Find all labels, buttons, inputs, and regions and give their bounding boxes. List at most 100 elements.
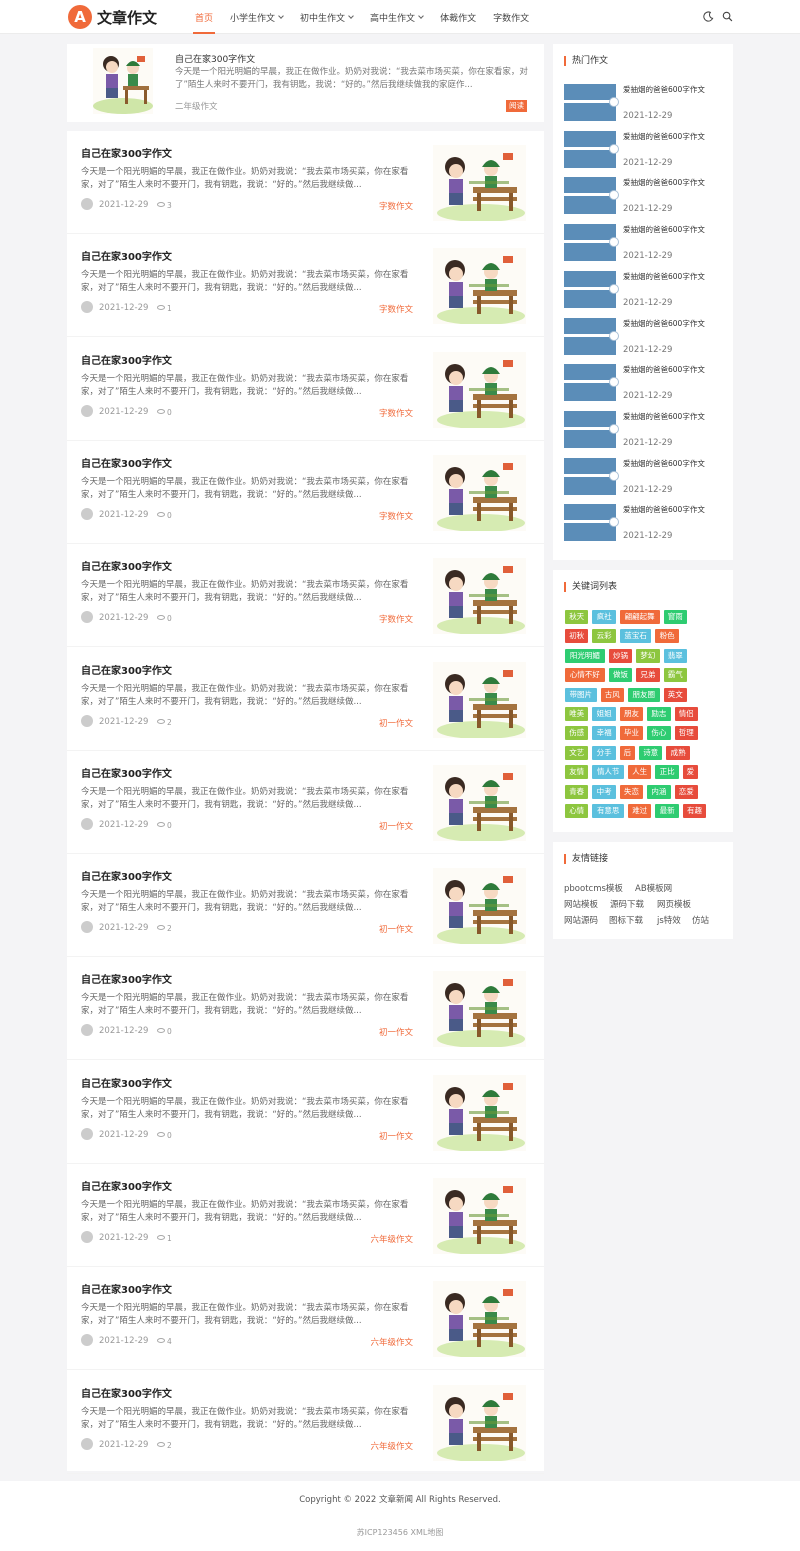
article-item[interactable]: 自己在家300字作文 今天是一个阳光明媚的早晨，我正在做作业。奶奶对我说：“我去菜…	[67, 338, 544, 441]
keyword-tag[interactable]: 心情不好	[565, 668, 605, 683]
article-title[interactable]: 自己在家300字作文	[81, 1385, 172, 1400]
keyword-tag[interactable]: 朋友圈	[628, 687, 660, 702]
article-category[interactable]: 六年级作文	[370, 1336, 413, 1348]
keyword-tag[interactable]: 人生	[628, 765, 652, 780]
friend-link[interactable]: js特效	[657, 914, 681, 926]
article-category[interactable]: 六年级作文	[370, 1233, 413, 1245]
article-title[interactable]: 自己在家300字作文	[81, 1281, 172, 1296]
keyword-tag[interactable]: 做饭	[608, 668, 633, 683]
hot-article[interactable]: 爱抽烟的爸爸600字作文 2021-12-29	[564, 504, 724, 542]
keyword-tag[interactable]: 毕业	[619, 726, 644, 741]
keyword-tag[interactable]: 带图片	[565, 687, 597, 702]
keyword-tag[interactable]: 哲理	[674, 726, 698, 741]
hot-article[interactable]: 爱抽烟的爸爸600字作文 2021-12-29	[564, 84, 724, 122]
keyword-tag[interactable]: 伤感	[565, 726, 589, 741]
hot-title[interactable]: 爱抽烟的爸爸600字作文	[623, 84, 705, 95]
article-item[interactable]: 自己在家300字作文 今天是一个阳光明媚的早晨，我正在做作业。奶奶对我说：“我去菜…	[67, 854, 544, 958]
keyword-tag[interactable]: 古风	[600, 687, 624, 702]
friend-link[interactable]: 网站模板	[564, 898, 598, 910]
keyword-tag[interactable]: 诗意	[639, 745, 663, 760]
logo[interactable]: A 文章作文	[68, 5, 157, 29]
keyword-tag[interactable]: 文艺	[565, 745, 589, 760]
keyword-tag[interactable]: 正比	[655, 765, 679, 780]
article-item[interactable]: 自己在家300字作文 今天是一个阳光明媚的早晨，我正在做作业。奶奶对我说：“我去菜…	[67, 751, 544, 854]
friend-link[interactable]: 网站源码	[564, 914, 598, 926]
keyword-tag[interactable]: 最新	[655, 804, 679, 818]
article-title[interactable]: 自己在家300字作文	[81, 145, 172, 160]
keyword-tag[interactable]: 情人节	[592, 765, 624, 780]
article-category[interactable]: 初一作文	[379, 1130, 413, 1142]
article-category[interactable]: 六年级作文	[370, 1440, 413, 1452]
article-title[interactable]: 自己在家300字作文	[81, 868, 172, 883]
keyword-tag[interactable]: 内涵	[647, 784, 671, 799]
hot-title[interactable]: 爱抽烟的爸爸600字作文	[623, 411, 705, 422]
hot-title[interactable]: 爱抽烟的爸爸600字作文	[623, 224, 705, 235]
keyword-tag[interactable]: 蓝宝石	[619, 629, 652, 644]
keyword-tag[interactable]: 后	[619, 745, 635, 760]
hot-article[interactable]: 爱抽烟的爸爸600字作文 2021-12-29	[564, 364, 724, 402]
article-category[interactable]: 字数作文	[379, 613, 413, 625]
article-item[interactable]: 自己在家300字作文 今天是一个阳光明媚的早晨，我正在做作业。奶奶对我说：“我去菜…	[67, 1267, 544, 1371]
friend-link[interactable]: AB模板网	[635, 882, 672, 894]
article-category[interactable]: 字数作文	[379, 510, 413, 522]
hot-title[interactable]: 爱抽烟的爸爸600字作文	[623, 364, 705, 375]
keyword-tag[interactable]: 炒锅	[608, 648, 633, 663]
article-category[interactable]: 初一作文	[379, 1026, 413, 1038]
keyword-tag[interactable]: 恋爱	[674, 784, 698, 799]
keyword-tag[interactable]: 唯美	[565, 707, 589, 721]
keyword-tag[interactable]: 伤心	[647, 726, 671, 741]
keyword-tag[interactable]: 中考	[592, 784, 616, 799]
keyword-tag[interactable]: 初秋	[565, 629, 589, 644]
article-item[interactable]: 自己在家300字作文 今天是一个阳光明媚的早晨，我正在做作业。奶奶对我说：“我去菜…	[67, 957, 544, 1061]
hot-title[interactable]: 爱抽烟的爸爸600字作文	[623, 131, 705, 142]
nav-item[interactable]: 首页	[192, 0, 216, 34]
nav-item[interactable]: 高中生作文	[370, 0, 424, 34]
article-title[interactable]: 自己在家300字作文	[81, 248, 172, 263]
article-title[interactable]: 自己在家300字作文	[81, 352, 172, 367]
nav-item[interactable]: 体裁作文	[440, 0, 476, 34]
keyword-tag[interactable]: 窗雨	[663, 610, 687, 624]
keyword-tag[interactable]: 秋天	[565, 610, 589, 624]
article-category[interactable]: 字数作文	[379, 200, 413, 212]
article-title[interactable]: 自己在家300字作文	[81, 455, 172, 470]
hot-title[interactable]: 爱抽烟的爸爸600字作文	[623, 177, 705, 188]
article-title[interactable]: 自己在家300字作文	[81, 765, 172, 780]
article-item[interactable]: 自己在家300字作文 今天是一个阳光明媚的早晨，我正在做作业。奶奶对我说：“我去菜…	[67, 1061, 544, 1164]
keyword-tag[interactable]: 失恋	[619, 784, 644, 799]
featured-title[interactable]: 自己在家300字作文	[175, 52, 255, 65]
hot-article[interactable]: 爱抽烟的爸爸600字作文 2021-12-29	[564, 177, 724, 215]
featured-category[interactable]: 二年级作文	[175, 100, 218, 112]
keyword-tag[interactable]: 有意思	[592, 804, 624, 818]
keyword-tag[interactable]: 爱	[682, 765, 698, 780]
nav-item[interactable]: 小学生作文	[230, 0, 284, 34]
keyword-tag[interactable]: 云彩	[592, 629, 616, 644]
article-category[interactable]: 初一作文	[379, 820, 413, 832]
friend-link[interactable]: 网页模板	[657, 898, 691, 910]
icp-text[interactable]: 苏ICP123456 XML地图	[0, 1527, 800, 1538]
article-title[interactable]: 自己在家300字作文	[81, 662, 172, 677]
keyword-tag[interactable]: 姐姐	[592, 707, 616, 721]
hot-article[interactable]: 爱抽烟的爸爸600字作文 2021-12-29	[564, 130, 724, 169]
article-title[interactable]: 自己在家300字作文	[81, 1178, 172, 1193]
keyword-tag[interactable]: 翡翠	[663, 648, 687, 663]
article-item[interactable]: 自己在家300字作文 今天是一个阳光明媚的早晨，我正在做作业。奶奶对我说：“我去菜…	[67, 1164, 544, 1267]
article-category[interactable]: 字数作文	[379, 303, 413, 315]
hot-title[interactable]: 爱抽烟的爸爸600字作文	[623, 271, 705, 282]
hot-article[interactable]: 爱抽烟的爸爸600字作文 2021-12-29	[564, 224, 724, 262]
hot-article[interactable]: 爱抽烟的爸爸600字作文 2021-12-29	[564, 270, 724, 309]
nav-item[interactable]: 字数作文	[493, 0, 529, 34]
keyword-tag[interactable]: 友情	[565, 765, 589, 780]
hot-article[interactable]: 爱抽烟的爸爸600字作文 2021-12-29	[564, 317, 724, 356]
keyword-tag[interactable]: 情侣	[674, 707, 698, 721]
keyword-tag[interactable]: 难过	[628, 804, 652, 818]
article-item[interactable]: 自己在家300字作文 今天是一个阳光明媚的早晨，我正在做作业。奶奶对我说：“我去菜…	[67, 1371, 544, 1474]
keyword-tag[interactable]: 翩翩起舞	[619, 610, 660, 624]
friend-link[interactable]: 图标下载	[609, 914, 643, 926]
keyword-tag[interactable]: 幸福	[592, 726, 616, 741]
keyword-tag[interactable]: 有趣	[682, 804, 707, 818]
keyword-tag[interactable]: 励志	[647, 707, 671, 721]
article-category[interactable]: 字数作文	[379, 407, 413, 419]
hot-title[interactable]: 爱抽烟的爸爸600字作文	[623, 318, 705, 329]
keyword-tag[interactable]: 成熟	[666, 745, 690, 760]
hot-title[interactable]: 爱抽烟的爸爸600字作文	[623, 504, 705, 515]
